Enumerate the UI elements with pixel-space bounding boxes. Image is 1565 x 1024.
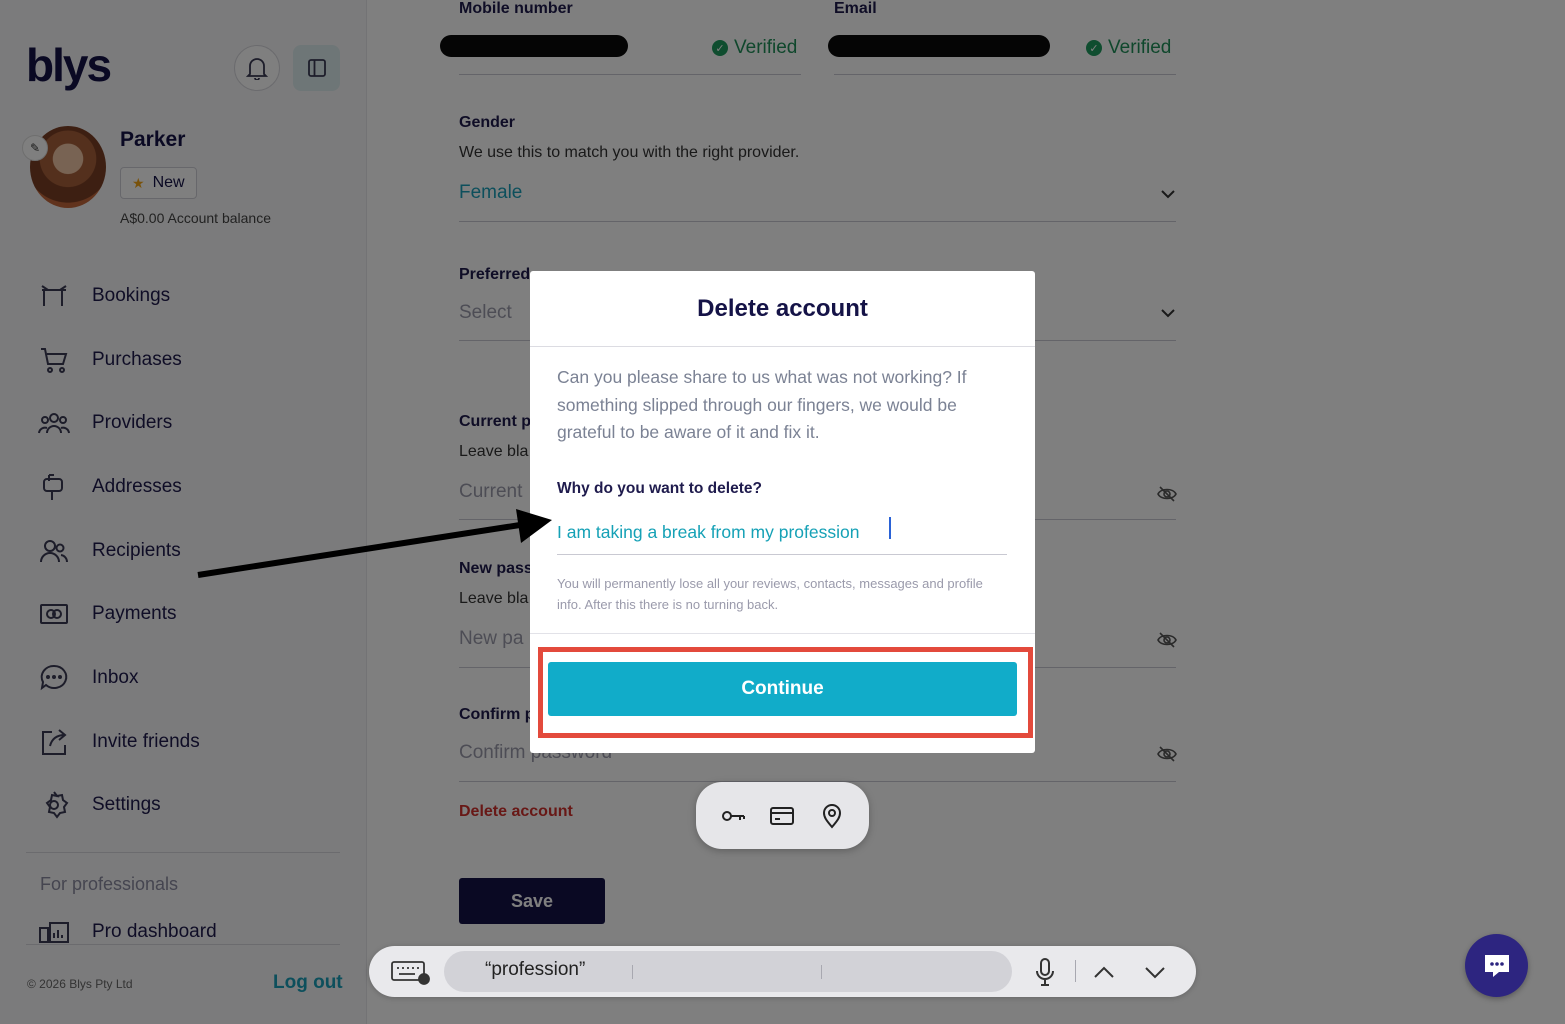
keyboard-icon[interactable] [391,959,431,985]
key-icon[interactable] [719,802,747,830]
dialog-intro-text: Can you please share to us what was not … [557,367,967,442]
chat-support-button[interactable] [1465,934,1528,997]
location-pin-icon[interactable] [818,802,846,830]
chevron-down-icon[interactable] [1143,960,1167,984]
credit-card-icon[interactable] [768,802,796,830]
bar-separator [1075,960,1076,982]
text-caret [889,517,891,539]
chevron-up-icon[interactable] [1092,960,1116,984]
dialog-footer-divider [530,633,1035,634]
continue-button[interactable]: Continue [548,662,1017,716]
suggestion-word[interactable]: “profession” [485,959,585,981]
delete-reason-label: Why do you want to delete? [557,480,762,497]
delete-reason-input[interactable] [557,511,1007,555]
keyboard-suggestion-bar: “profession” [369,946,1196,997]
delete-warning-text: You will permanently lose all your revie… [557,576,983,612]
suggestion-separator [632,965,633,979]
delete-account-dialog: Delete account Can you please share to u… [530,271,1035,753]
microphone-icon[interactable] [1034,957,1056,987]
suggestion-separator [821,965,822,979]
chat-bubble-icon [1484,954,1509,977]
autofill-toolbar [696,782,869,849]
dialog-title: Delete account [530,271,1035,347]
